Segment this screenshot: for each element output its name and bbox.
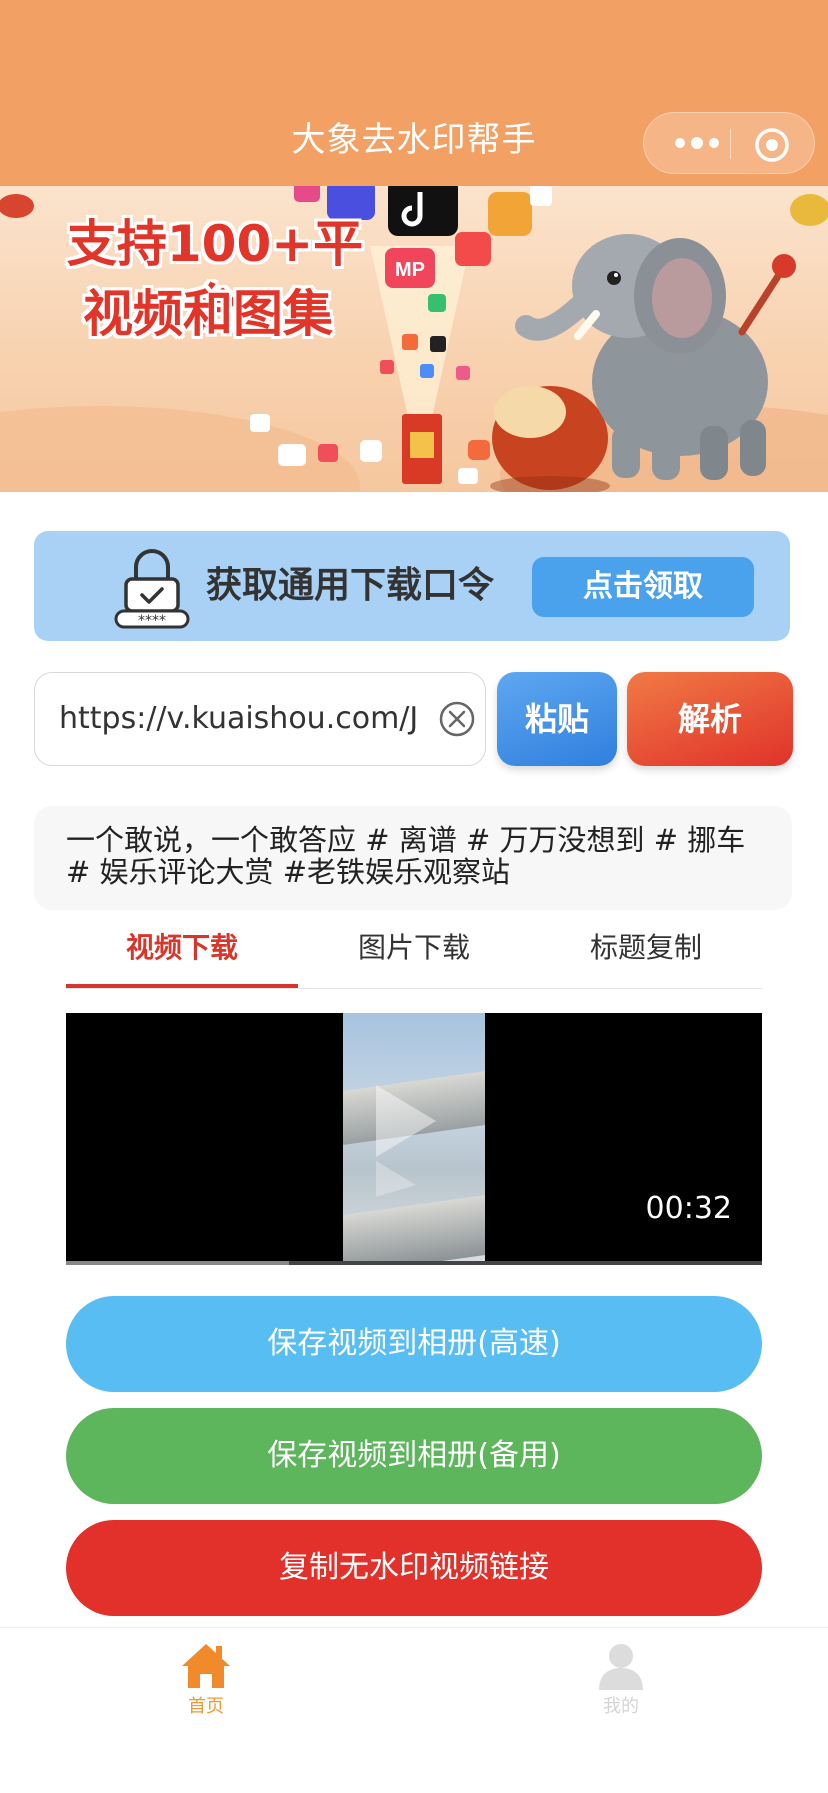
more-dots-icon[interactable] xyxy=(672,130,722,156)
user-icon xyxy=(599,1644,643,1690)
video-caption: 一个敢说，一个敢答应 # 离谱 # 万万没想到 # 挪车 # 娱乐评论大赏 #老… xyxy=(66,823,746,889)
parse-button[interactable]: 解析 xyxy=(627,672,793,766)
target-close-icon[interactable] xyxy=(754,127,790,163)
lock-icon: **** xyxy=(114,549,190,629)
download-code-card: **** 获取通用下载口令 点击领取 xyxy=(34,531,790,641)
promo-banner[interactable]: MP 支持100+平台 视频和图集 xyxy=(0,186,828,492)
video-progress-fill xyxy=(66,1261,289,1265)
nav-header: 大象去水印帮手 xyxy=(0,0,828,186)
tab-title-copy[interactable]: 标题复制 xyxy=(530,928,762,968)
tab-image-download[interactable]: 图片下载 xyxy=(298,928,530,968)
save-video-fast-button[interactable]: 保存视频到相册(高速) xyxy=(66,1296,762,1392)
thumbnail-building xyxy=(343,1195,485,1265)
download-tabs: 视频下载 图片下载 标题复制 xyxy=(66,920,762,989)
video-player[interactable]: 00:32 xyxy=(66,1013,762,1265)
url-input-value[interactable]: https://v.kuaishou.com/J... xyxy=(59,699,419,739)
video-duration: 00:32 xyxy=(645,1191,732,1226)
tabbar-item-me[interactable]: 我的 xyxy=(561,1638,681,1720)
active-tab-indicator xyxy=(66,984,298,988)
url-input[interactable]: https://v.kuaishou.com/J... xyxy=(34,672,486,766)
svg-text:MP: MP xyxy=(395,259,425,281)
video-progress-bar[interactable] xyxy=(66,1261,762,1265)
video-caption-card: 一个敢说，一个敢答应 # 离谱 # 万万没想到 # 挪车 # 娱乐评论大赏 #老… xyxy=(34,806,792,910)
claim-button[interactable]: 点击领取 xyxy=(532,557,754,617)
clear-icon[interactable] xyxy=(438,700,476,738)
play-icon[interactable] xyxy=(366,1077,446,1197)
tabbar-label-home: 首页 xyxy=(188,1696,224,1717)
tab-video-download[interactable]: 视频下载 xyxy=(66,928,298,968)
miniprogram-capsule xyxy=(643,112,815,174)
tabbar-item-home[interactable]: 首页 xyxy=(146,1638,266,1720)
copy-link-button[interactable]: 复制无水印视频链接 xyxy=(66,1520,762,1616)
banner-subheadline: 视频和图集 xyxy=(83,285,333,343)
tabbar-label-me: 我的 xyxy=(603,1696,639,1717)
save-video-backup-button[interactable]: 保存视频到相册(备用) xyxy=(66,1408,762,1504)
home-icon xyxy=(182,1644,230,1688)
download-code-label: 获取通用下载口令 xyxy=(206,565,495,606)
capsule-divider xyxy=(730,129,731,159)
paste-button[interactable]: 粘贴 xyxy=(497,672,617,766)
bottom-tabbar: 首页 我的 xyxy=(0,1627,828,1793)
svg-text:****: **** xyxy=(138,613,166,629)
